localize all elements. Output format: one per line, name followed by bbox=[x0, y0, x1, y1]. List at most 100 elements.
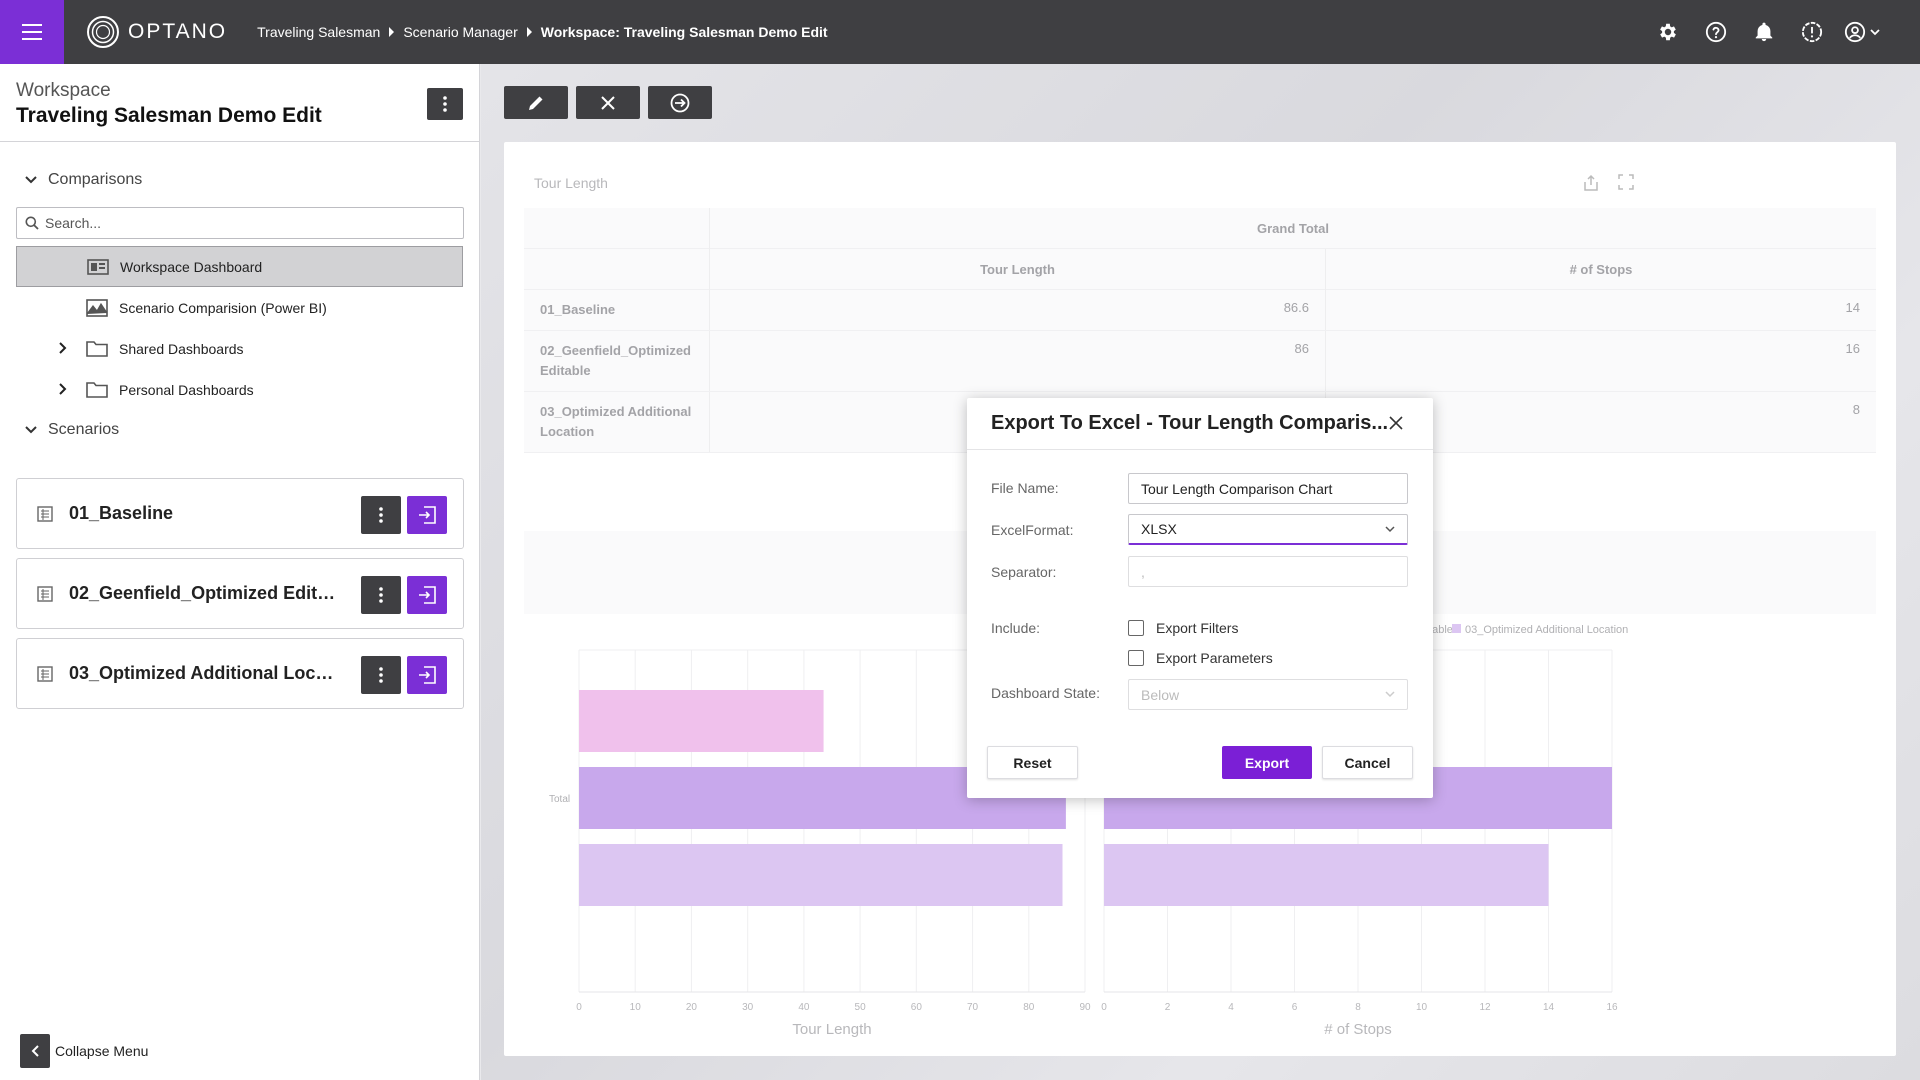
tick-label: 80 bbox=[1023, 1002, 1035, 1013]
breadcrumb-traveling-salesman[interactable]: Traveling Salesman bbox=[257, 24, 380, 40]
separator-label: Separator: bbox=[991, 564, 1057, 580]
navigate-button[interactable] bbox=[648, 86, 712, 119]
row-label: 02_Geenfield_Optimized Editable bbox=[540, 343, 691, 378]
sidebar-item-scenario-comparision[interactable]: Scenario Comparision (Power BI) bbox=[16, 287, 463, 328]
scenario-more-button[interactable] bbox=[361, 656, 401, 694]
collapse-button[interactable] bbox=[20, 1034, 50, 1068]
help-button[interactable] bbox=[1692, 8, 1740, 56]
tick-label: 12 bbox=[1479, 1002, 1491, 1013]
alert-icon bbox=[1801, 21, 1823, 43]
tick-label: 14 bbox=[1543, 1002, 1555, 1013]
collapse-menu-button[interactable]: Collapse Menu bbox=[20, 1034, 148, 1068]
excel-format-select[interactable]: XLSX bbox=[1128, 514, 1408, 545]
scenario-name: 02_Geenfield_Optimized Editable bbox=[69, 583, 341, 603]
checkbox-icon bbox=[1128, 650, 1144, 666]
scenario-more-button[interactable] bbox=[361, 576, 401, 614]
scenario-card[interactable]: 02_Geenfield_Optimized Editable bbox=[16, 558, 464, 629]
breadcrumb: Traveling Salesman Scenario Manager Work… bbox=[257, 24, 827, 40]
comparisons-section-toggle[interactable]: Comparisons bbox=[24, 165, 479, 195]
dashboard-state-select[interactable]: Below bbox=[1128, 679, 1408, 710]
table-icon bbox=[37, 505, 53, 522]
dashboard-state-label: Dashboard State: bbox=[991, 685, 1100, 701]
scenario-open-button[interactable] bbox=[407, 656, 447, 694]
sidebar-item-label: Workspace Dashboard bbox=[120, 258, 263, 275]
separator-field[interactable]: , bbox=[1128, 556, 1408, 587]
tick-label: 2 bbox=[1165, 1002, 1171, 1013]
scenario-open-button[interactable] bbox=[407, 576, 447, 614]
excel-format-value: XLSX bbox=[1141, 521, 1177, 537]
dashboard-icon bbox=[87, 259, 109, 275]
discard-button[interactable] bbox=[576, 86, 640, 119]
cell-value: 86.6 bbox=[709, 290, 1325, 330]
file-name-field[interactable]: Tour Length Comparison Chart bbox=[1128, 473, 1408, 504]
cell-value: 16 bbox=[1325, 331, 1876, 391]
tick-label: 40 bbox=[798, 1002, 810, 1013]
sidebar-item-shared-dashboards[interactable]: Shared Dashboards bbox=[16, 328, 463, 369]
notifications-button[interactable] bbox=[1740, 8, 1788, 56]
pencil-icon bbox=[529, 96, 543, 110]
table-icon bbox=[37, 665, 53, 682]
bell-icon bbox=[1755, 22, 1773, 42]
tick-label: 70 bbox=[967, 1002, 979, 1013]
table-row: 02_Geenfield_Optimized Editable 86 16 bbox=[524, 331, 1876, 392]
fullscreen-icon[interactable] bbox=[1618, 174, 1634, 190]
optano-logo[interactable]: OPTANO bbox=[86, 15, 227, 49]
breadcrumb-scenario-manager[interactable]: Scenario Manager bbox=[403, 24, 517, 40]
sidebar-item-workspace-dashboard[interactable]: Workspace Dashboard bbox=[16, 246, 463, 287]
edit-button[interactable] bbox=[504, 86, 568, 119]
more-vertical-icon bbox=[379, 667, 383, 683]
export-filters-checkbox[interactable]: Export Filters bbox=[1128, 620, 1238, 636]
folder-icon bbox=[86, 341, 108, 357]
workspace-more-button[interactable] bbox=[427, 88, 463, 120]
scenario-more-button[interactable] bbox=[361, 496, 401, 534]
more-vertical-icon bbox=[379, 507, 383, 523]
workspace-label: Workspace bbox=[16, 80, 111, 101]
open-scenario-icon bbox=[419, 666, 436, 684]
stops-header: # of Stops bbox=[1325, 249, 1876, 290]
export-button[interactable]: Export bbox=[1222, 746, 1312, 779]
gear-icon bbox=[1660, 23, 1676, 41]
dashboard-toolbar bbox=[504, 86, 712, 119]
cancel-button[interactable]: Cancel bbox=[1322, 746, 1413, 779]
search-icon bbox=[25, 216, 39, 230]
chevron-down-icon bbox=[1385, 691, 1395, 698]
user-menu-button[interactable] bbox=[1838, 8, 1886, 56]
scenario-open-button[interactable] bbox=[407, 496, 447, 534]
share-icon[interactable] bbox=[1582, 174, 1600, 192]
settings-button[interactable] bbox=[1644, 8, 1692, 56]
breadcrumb-separator-icon bbox=[389, 27, 395, 37]
alerts-button[interactable] bbox=[1788, 8, 1836, 56]
tick-label: 16 bbox=[1606, 1002, 1618, 1013]
tick-label: 4 bbox=[1228, 1002, 1234, 1013]
chart-icon bbox=[86, 299, 108, 317]
collapse-menu-label: Collapse Menu bbox=[55, 1043, 149, 1059]
logo-icon bbox=[87, 16, 119, 48]
file-name-label: File Name: bbox=[991, 480, 1059, 496]
row-label: 03_Optimized Additional Location bbox=[540, 404, 692, 439]
chevron-down-icon bbox=[25, 176, 37, 184]
table-row: 01_Baseline 86.6 14 bbox=[524, 290, 1876, 331]
scenarios-section-toggle[interactable]: Scenarios bbox=[24, 415, 479, 445]
comparisons-label: Comparisons bbox=[48, 171, 143, 188]
sidebar-item-label: Shared Dashboards bbox=[119, 340, 244, 357]
scenario-card[interactable]: 01_Baseline bbox=[16, 478, 464, 549]
tick-label: 10 bbox=[630, 1002, 642, 1013]
close-icon[interactable] bbox=[1385, 412, 1407, 434]
reset-button[interactable]: Reset bbox=[987, 746, 1078, 779]
chevron-down-icon bbox=[1385, 526, 1395, 533]
hamburger-menu-button[interactable] bbox=[0, 0, 64, 64]
logo-text: OPTANO bbox=[128, 20, 228, 43]
breadcrumb-separator-icon bbox=[526, 27, 532, 37]
workspace-header: Workspace Traveling Salesman Demo Edit bbox=[0, 64, 479, 142]
table-icon bbox=[37, 585, 53, 602]
search-input[interactable] bbox=[45, 215, 445, 231]
sidebar-item-personal-dashboards[interactable]: Personal Dashboards bbox=[16, 369, 463, 410]
export-parameters-checkbox[interactable]: Export Parameters bbox=[1128, 650, 1273, 666]
bar bbox=[1104, 844, 1549, 906]
scenarios-label: Scenarios bbox=[48, 421, 120, 438]
tick-label: 10 bbox=[1416, 1002, 1428, 1013]
open-scenario-icon bbox=[419, 586, 436, 604]
category-label: Total bbox=[549, 794, 570, 805]
cell-value: 14 bbox=[1325, 290, 1876, 330]
scenario-card[interactable]: 03_Optimized Additional Location bbox=[16, 638, 464, 709]
